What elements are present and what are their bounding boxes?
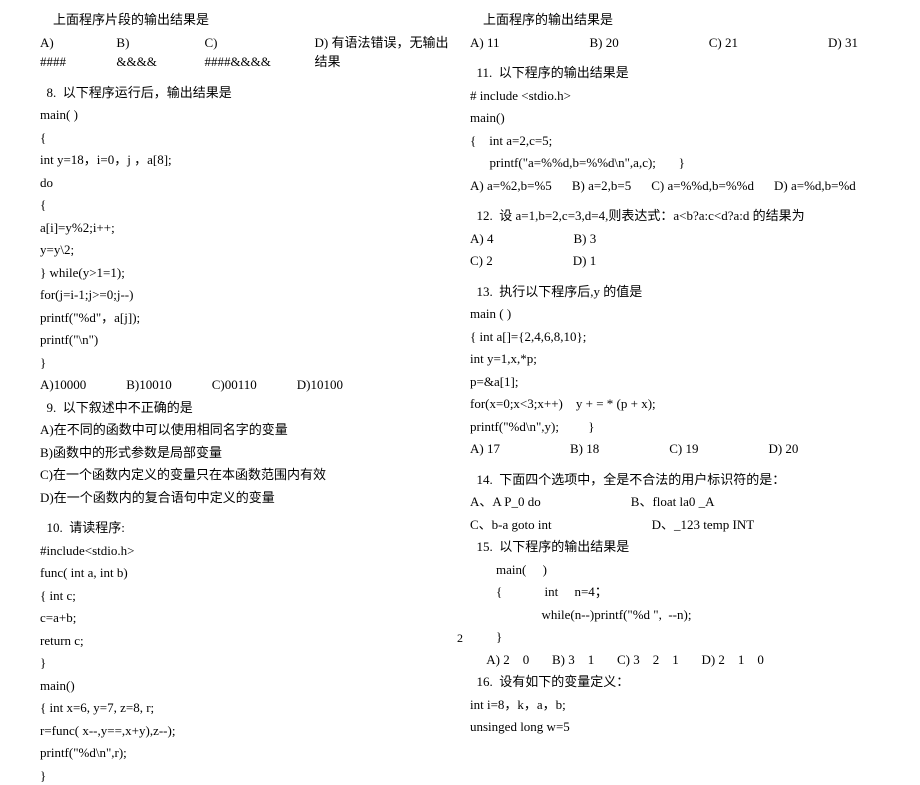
opt: A、A P_0 do [470, 492, 541, 512]
code: #include<stdio.h> [40, 541, 450, 561]
code: main() [470, 108, 880, 128]
code: for(j=i-1;j>=0;j--) [40, 285, 450, 305]
code: } [40, 766, 450, 785]
q11-opts: A) a=%2,b=%5 B) a=2,b=5 C) a=%%d,b=%%d D… [470, 176, 880, 196]
q14-title: 14. 下面四个选项中，全是不合法的用户标识符的是： [470, 470, 880, 490]
opt: D) 31 [828, 33, 858, 53]
code: printf("%d"，a[j]); [40, 308, 450, 328]
code: c=a+b; [40, 608, 450, 628]
code: { int n=4； [470, 582, 880, 602]
opt: D) 20 [768, 439, 798, 459]
code: printf("a=%%d,b=%%d\n",a,c); } [470, 153, 880, 173]
opt: D、_123 temp INT [652, 515, 755, 535]
opt: B)10010 [126, 375, 172, 395]
code: { int x=6, y=7, z=8, r; [40, 698, 450, 718]
code: } [40, 353, 450, 373]
opt: C) 2 [470, 251, 493, 271]
opt: D)10100 [297, 375, 343, 395]
q13-opts: A) 17 B) 18 C) 19 D) 20 [470, 439, 880, 459]
left-column: 上面程序片段的输出结果是 A) #### B) &&&& C) ####&&&&… [30, 10, 460, 641]
code: printf("\n") [40, 330, 450, 350]
q12-title: 12. 设 a=1,b=2,c=3,d=4,则表达式：a<b?a:c<d?a:d… [470, 206, 880, 226]
opt: C) ####&&&& [204, 33, 274, 72]
code: while(n--)printf("%d ", --n); [470, 605, 880, 625]
q8-opts: A)10000 B)10010 C)00110 D)10100 [40, 375, 450, 395]
opt: B) &&&& [116, 33, 164, 72]
code: func( int a, int b) [40, 563, 450, 583]
q9-opt: B)函数中的形式参数是局部变量 [40, 443, 450, 463]
opt: C) 21 [709, 33, 738, 53]
opt: B) 3 [573, 229, 596, 249]
code: a[i]=y%2;i++; [40, 218, 450, 238]
q16-title: 16. 设有如下的变量定义： [470, 672, 880, 692]
code: main() [40, 676, 450, 696]
code: { int a=2,c=5; [470, 131, 880, 151]
q-intro: 上面程序的输出结果是 [470, 10, 880, 30]
code: printf("%d\n",y); } [470, 417, 880, 437]
code: { int a[]={2,4,6,8,10}; [470, 327, 880, 347]
opt: A)10000 [40, 375, 86, 395]
code: for(x=0;x<3;x++) y + = * (p + x); [470, 394, 880, 414]
code: } [470, 627, 880, 647]
opt: B) 18 [570, 439, 599, 459]
opt: D) a=%d,b=%d [774, 176, 856, 196]
q14-opts: C、b-a goto int D、_123 temp INT [470, 515, 880, 535]
code: { [40, 195, 450, 215]
code: { [40, 128, 450, 148]
code: return c; [40, 631, 450, 651]
opt: C)00110 [212, 375, 257, 395]
code: main ( ) [470, 304, 880, 324]
code: do [40, 173, 450, 193]
opt: A) 4 [470, 229, 493, 249]
code: int i=8，k，a，b; [470, 695, 880, 715]
opt: B) a=2,b=5 [572, 176, 631, 196]
page-number: 2 [457, 629, 463, 647]
opt: A) a=%2,b=%5 [470, 176, 552, 196]
code: y=y\2; [40, 240, 450, 260]
q9-opt: C)在一个函数内定义的变量只在本函数范围内有效 [40, 465, 450, 485]
q9-title: 9. 以下叙述中不正确的是 [40, 398, 450, 418]
q-intro: 上面程序片段的输出结果是 [40, 10, 450, 30]
opt: C) 19 [669, 439, 698, 459]
q9-opt: A)在不同的函数中可以使用相同名字的变量 [40, 420, 450, 440]
q12-opts: A) 4 B) 3 [470, 229, 880, 249]
q8-title: 8. 以下程序运行后，输出结果是 [40, 83, 450, 103]
code: { int c; [40, 586, 450, 606]
q12-opts: C) 2 D) 1 [470, 251, 880, 271]
code: } while(y>1=1); [40, 263, 450, 283]
code: main( ) [470, 560, 880, 580]
q13-title: 13. 执行以下程序后,y 的值是 [470, 282, 880, 302]
right-column: 上面程序的输出结果是 A) 11 B) 20 C) 21 D) 31 11. 以… [460, 10, 890, 641]
code: int y=1,x,*p; [470, 349, 880, 369]
code: unsinged long w=5 [470, 717, 880, 737]
code: int y=18，i=0，j ，a[8]; [40, 150, 450, 170]
q14-opts: A、A P_0 do B、float la0 _A [470, 492, 880, 512]
opt: C) a=%%d,b=%%d [651, 176, 754, 196]
q15-opts: A) 2 0 B) 3 1 C) 3 2 1 D) 2 1 0 [470, 650, 880, 670]
opt: D) 1 [573, 251, 596, 271]
code: } [40, 653, 450, 673]
code: r=func( x--,y==,x+y),z--); [40, 721, 450, 741]
opt: A) #### [40, 33, 76, 72]
opt: B) 20 [590, 33, 619, 53]
q-opts: A) #### B) &&&& C) ####&&&& D) 有语法错误，无输出… [40, 33, 450, 72]
opt: B、float la0 _A [631, 492, 715, 512]
q9-opt: D)在一个函数内的复合语句中定义的变量 [40, 488, 450, 508]
opt: A) 17 [470, 439, 500, 459]
opt: C、b-a goto int [470, 515, 552, 535]
opt: A) 11 [470, 33, 500, 53]
code: main( ) [40, 105, 450, 125]
q11-title: 11. 以下程序的输出结果是 [470, 63, 880, 83]
q10-title: 10. 请读程序: [40, 518, 450, 538]
q15-title: 15. 以下程序的输出结果是 [470, 537, 880, 557]
code: p=&a[1]; [470, 372, 880, 392]
q10-opts: A) 11 B) 20 C) 21 D) 31 [470, 33, 880, 53]
opt: D) 有语法错误，无输出结果 [315, 33, 451, 72]
code: # include <stdio.h> [470, 86, 880, 106]
code: printf("%d\n",r); [40, 743, 450, 763]
